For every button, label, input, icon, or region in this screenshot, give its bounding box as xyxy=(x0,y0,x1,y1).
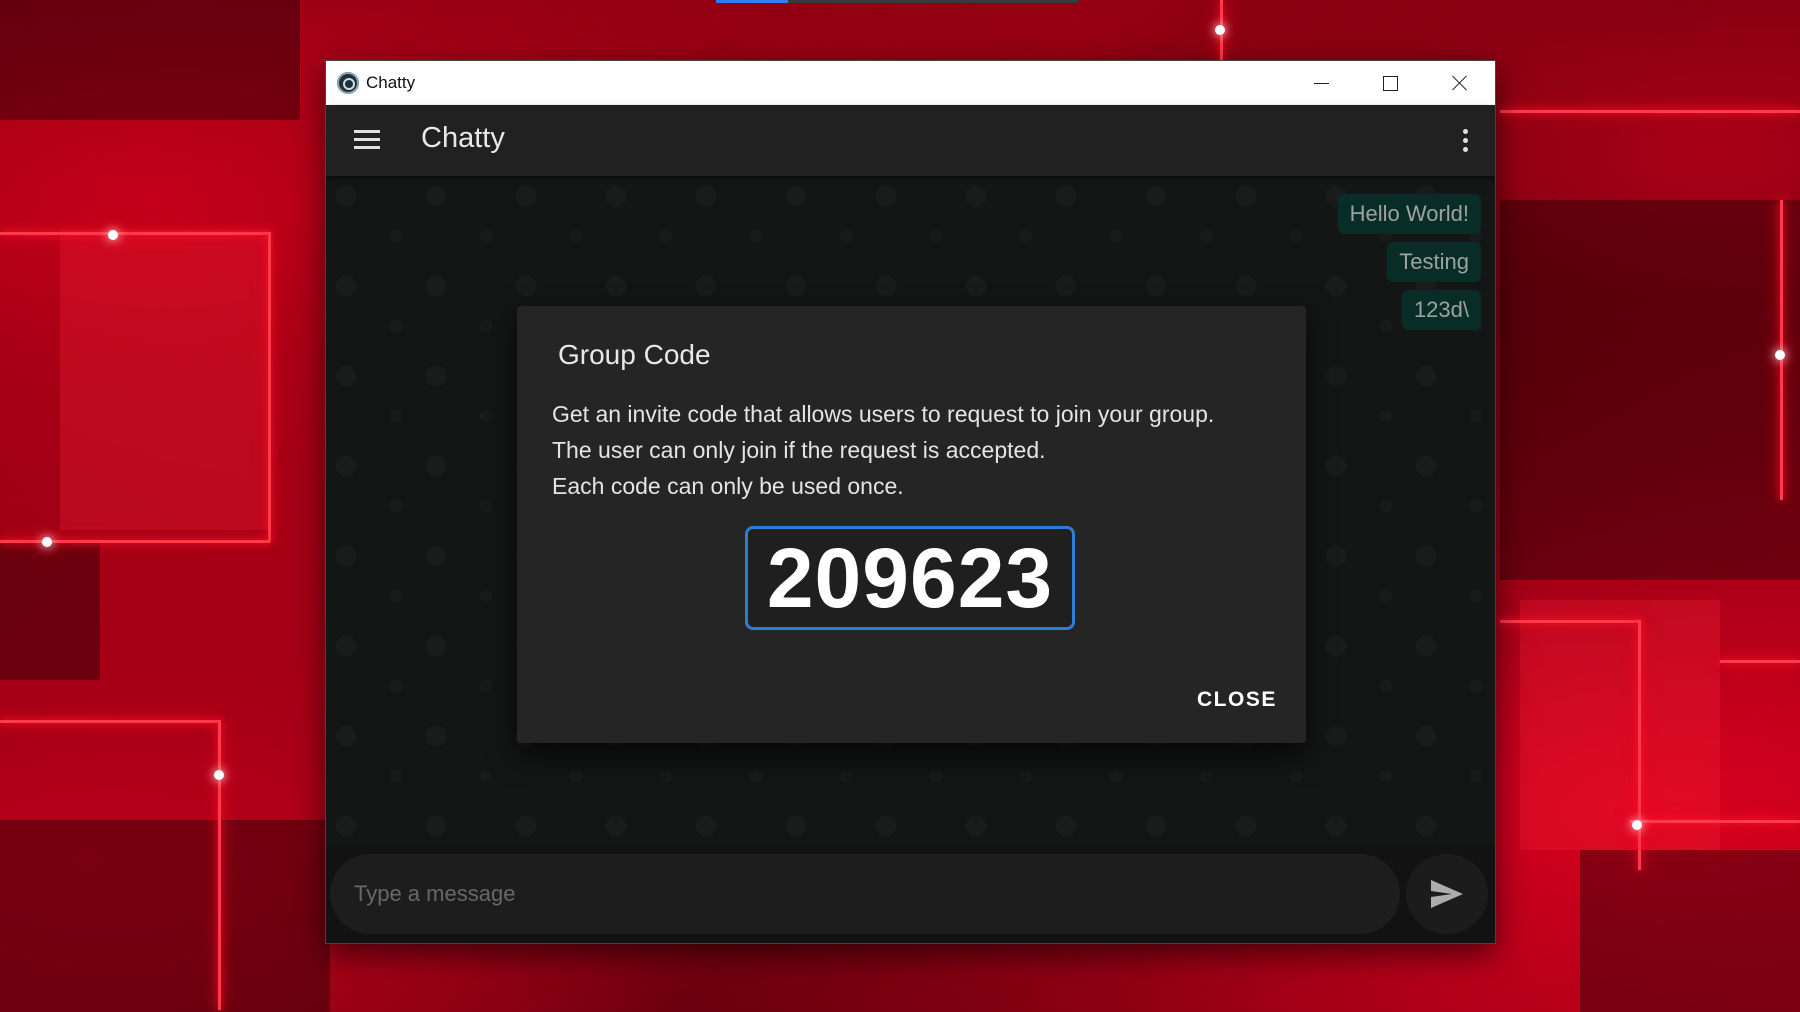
invite-code: 209623 xyxy=(766,530,1054,625)
maximize-icon xyxy=(1383,75,1398,91)
taskbar-indicator xyxy=(716,0,788,3)
taskbar-track xyxy=(788,0,1078,3)
minimize-icon xyxy=(1314,82,1329,84)
close-icon xyxy=(1452,75,1468,91)
dialog-body-line: Each code can only be used once. xyxy=(552,473,904,499)
group-code-dialog: Group Code Get an invite code that allow… xyxy=(517,306,1306,743)
close-window-button[interactable] xyxy=(1425,61,1494,105)
dialog-body-line: Get an invite code that allows users to … xyxy=(552,401,1215,427)
dialog-body: Get an invite code that allows users to … xyxy=(552,396,1282,504)
app-title: Chatty xyxy=(421,122,505,154)
close-dialog-button[interactable]: CLOSE xyxy=(1197,688,1277,712)
dialog-title: Group Code xyxy=(558,339,711,370)
window-titlebar[interactable]: Chatty xyxy=(326,61,1495,105)
app-bar: Chatty xyxy=(326,105,1495,176)
window-title: Chatty xyxy=(366,73,416,92)
dialog-body-line: The user can only join if the request is… xyxy=(552,437,1046,463)
minimize-button[interactable] xyxy=(1287,61,1356,105)
hamburger-menu-icon[interactable] xyxy=(352,127,382,153)
chatty-logo-icon xyxy=(337,72,359,94)
invite-code-field[interactable]: 209623 xyxy=(745,526,1075,630)
more-vertical-icon[interactable] xyxy=(1453,127,1477,157)
maximize-button[interactable] xyxy=(1356,61,1425,105)
